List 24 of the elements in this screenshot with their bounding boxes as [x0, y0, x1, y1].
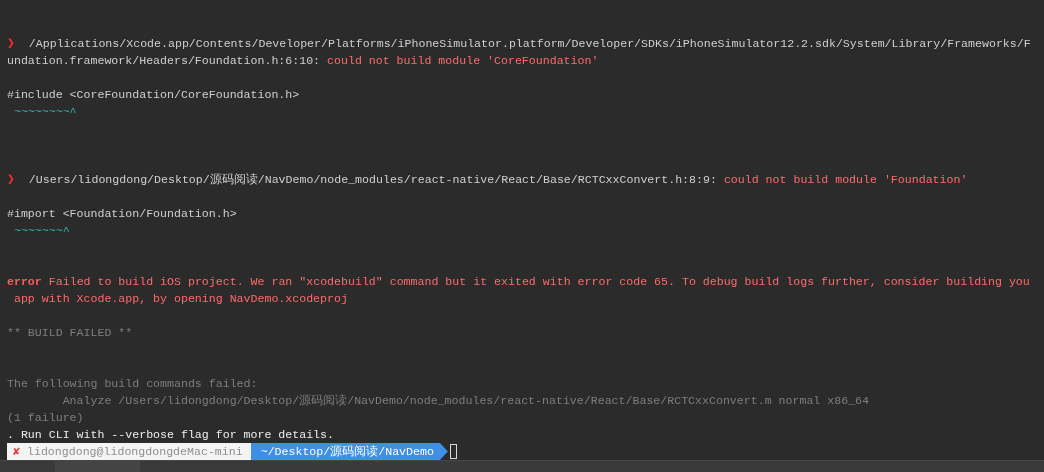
error-squiggle: ~~~~~~~^ — [12, 223, 70, 239]
error-message: app with Xcode.app, by opening NavDemo.xcodeproj — [12, 291, 348, 307]
error-label: error — [7, 274, 42, 290]
current-directory: ~/Desktop/源码阅读/NavDemo — [250, 443, 448, 460]
output-text: #include <CoreFoundation/CoreFoundation.h> — [7, 87, 300, 103]
error-squiggle: ~~~~~~~~^ — [12, 104, 77, 120]
scroll-thumb[interactable] — [55, 461, 140, 472]
prompt-chevron: ❯ — [7, 35, 15, 52]
output-text: undation.framework/Headers/Foundation.h:6:10: — [7, 53, 322, 69]
output-text: /Applications/Xcode.app/Contents/Developer/Platforms/iPhoneSimulator.platform/Developer/SDKs/iPhoneSimulator12.2.sdk/System/Library/Frameworks/F — [28, 36, 1031, 52]
error-status-icon: ✘ — [13, 443, 20, 460]
log-text: (1 failure) — [7, 410, 84, 426]
error-message: Failed to build iOS project. We ran "xcodebuild" command but it exited with error code 65. To debug build logs further, consider building you — [48, 274, 1030, 290]
log-text: . Run CLI with --verbose flag for more details. — [7, 427, 334, 443]
prompt-chevron: ❯ — [7, 171, 15, 188]
error-message: could not build module 'Foundation' — [723, 172, 968, 188]
error-message: could not build module 'CoreFoundation' — [327, 53, 599, 69]
log-text: Analyze /Users/lidongdong/Desktop/源码阅读/NavDemo/node_modules/react-native/React/Base/RCTCxxConvert.m normal x86_64 — [61, 393, 869, 409]
output-text: /Users/lidongdong/Desktop/源码阅读/NavDemo/node_modules/react-native/React/Base/RCTCxxConvert.h:8:9: — [28, 172, 718, 188]
log-text: The following build commands failed: — [7, 376, 258, 392]
output-text: #import <Foundation/Foundation.h> — [7, 206, 237, 222]
text-cursor — [449, 444, 457, 459]
log-text: ** BUILD FAILED ** — [7, 325, 133, 341]
user-host-text: lidongdong@lidongdongdeMac-mini — [27, 444, 243, 460]
